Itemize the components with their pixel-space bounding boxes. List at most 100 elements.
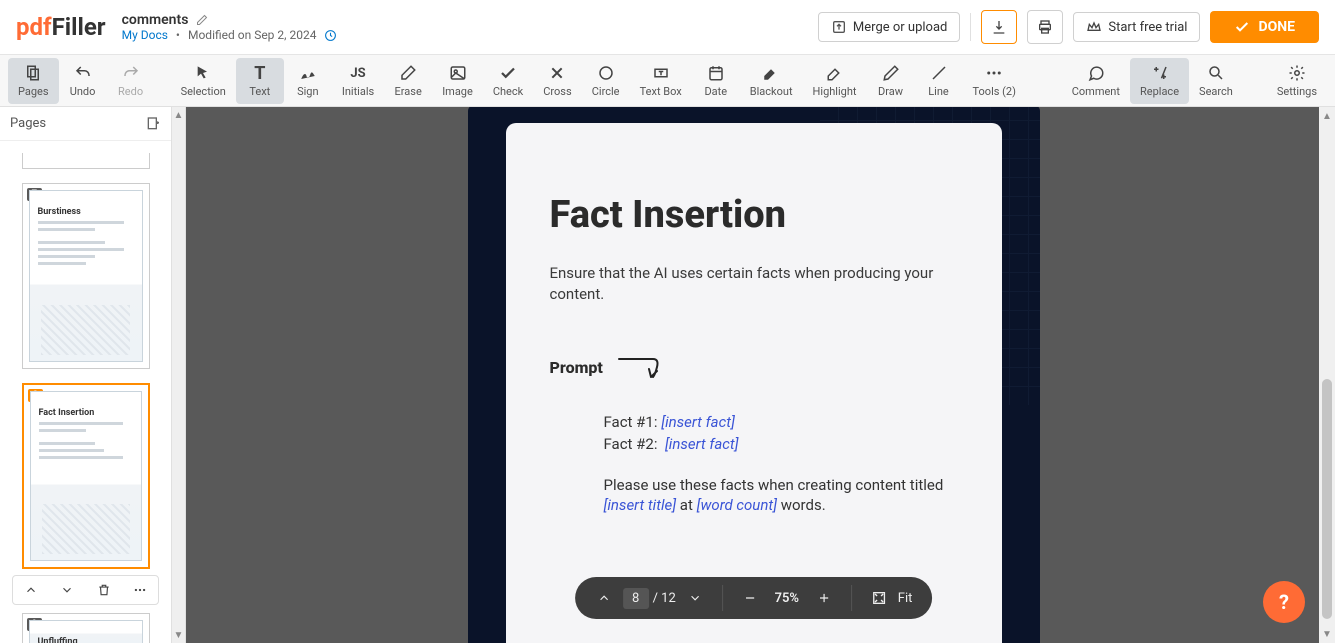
pages-icon <box>24 63 42 83</box>
zoom-percent: 75% <box>769 591 805 606</box>
tool-comment[interactable]: Comment <box>1062 58 1130 104</box>
page-total: / 12 <box>653 591 676 606</box>
tool-textbox-label: Text Box <box>640 85 682 98</box>
tool-circle[interactable]: Circle <box>582 58 630 104</box>
edit-title-icon[interactable] <box>196 14 208 26</box>
tool-initials-label: Initials <box>342 85 374 98</box>
page-content[interactable]: Fact Insertion Ensure that the AI uses c… <box>506 123 1002 643</box>
add-page-icon[interactable] <box>145 116 161 132</box>
tool-replace[interactable]: Replace <box>1130 58 1189 104</box>
fact1-placeholder: [insert fact] <box>661 413 735 431</box>
done-button[interactable]: DONE <box>1210 11 1319 43</box>
tool-text-label: Text <box>249 85 270 98</box>
tool-blackout[interactable]: Blackout <box>740 58 803 104</box>
tool-line-label: Line <box>928 85 949 98</box>
tool-comment-label: Comment <box>1072 85 1120 98</box>
delete-page-button[interactable] <box>93 579 115 601</box>
tool-search[interactable]: Search <box>1189 58 1243 104</box>
fit-button[interactable]: Fit <box>898 591 919 606</box>
app-header: pdfFiller comments My Docs • Modified on… <box>0 0 1335 55</box>
scroll-up-icon[interactable]: ▲ <box>172 107 185 123</box>
prompt-label-row: Prompt <box>550 355 958 379</box>
doc-title: comments <box>122 12 189 28</box>
initials-icon: JS <box>350 63 365 83</box>
tool-initials[interactable]: JS Initials <box>332 58 384 104</box>
erase-icon <box>399 63 417 83</box>
zoom-in-button[interactable] <box>809 583 839 613</box>
brand-pdf: pdf <box>16 13 52 41</box>
page-more-button[interactable] <box>129 579 151 601</box>
tool-more-label: Tools (2) <box>973 85 1016 98</box>
facts-paragraph: Please use these facts when creating con… <box>604 475 958 516</box>
image-icon <box>449 63 467 83</box>
draw-icon <box>882 63 900 83</box>
move-up-button[interactable] <box>20 579 42 601</box>
history-icon[interactable] <box>324 29 337 42</box>
facts-block: Fact #1: [insert fact] Fact #2: [insert … <box>604 413 958 516</box>
tool-image[interactable]: Image <box>432 58 483 104</box>
tool-selection[interactable]: Selection <box>171 58 236 104</box>
zoom-out-button[interactable] <box>735 583 765 613</box>
scroll-up-icon[interactable]: ▲ <box>1319 107 1335 125</box>
tool-sign[interactable]: Sign <box>284 58 332 104</box>
print-button[interactable] <box>1027 10 1063 44</box>
tool-text[interactable]: TText <box>236 58 284 104</box>
fact2-label: Fact #2: <box>604 435 658 453</box>
sidebar-scrollbar[interactable]: ▲ ▼ <box>172 107 186 643</box>
help-button[interactable]: ? <box>1263 581 1305 623</box>
move-down-button[interactable] <box>56 579 78 601</box>
tool-undo[interactable]: Undo <box>59 58 107 104</box>
search-icon <box>1207 63 1225 83</box>
doc-info: comments My Docs • Modified on Sep 2, 20… <box>122 12 338 42</box>
download-button[interactable] <box>981 10 1017 44</box>
next-page-button[interactable] <box>680 583 710 613</box>
zoombar-divider <box>722 585 723 611</box>
page-title: Fact Insertion <box>550 193 958 237</box>
tool-date[interactable]: Date <box>692 58 740 104</box>
tool-settings[interactable]: Settings <box>1267 58 1327 104</box>
scroll-down-icon[interactable]: ▼ <box>1319 625 1335 643</box>
thumbnails-list[interactable]: 7 Burstiness 8 Fact Insertion <box>0 141 171 643</box>
page-thumb-7[interactable]: 7 Burstiness <box>22 183 150 369</box>
done-label: DONE <box>1258 19 1295 35</box>
tool-draw[interactable]: Draw <box>867 58 915 104</box>
page-thumb-8[interactable]: 8 Fact Insertion <box>22 383 150 569</box>
circle-icon <box>597 63 615 83</box>
scrollbar-thumb[interactable] <box>1322 379 1332 619</box>
thumb-title-8: Fact Insertion <box>39 408 133 418</box>
mydocs-link[interactable]: My Docs <box>122 28 168 42</box>
tool-selection-label: Selection <box>181 85 226 98</box>
main-area: Pages 7 Burstiness 8 Fact Insertion <box>0 107 1335 643</box>
prev-page-button[interactable] <box>589 583 619 613</box>
page-thumb-6-partial[interactable] <box>22 153 150 169</box>
fit-icon <box>864 583 894 613</box>
redo-icon <box>122 63 140 83</box>
highlight-icon <box>826 63 844 83</box>
tool-erase[interactable]: Erase <box>384 58 432 104</box>
tool-redo[interactable]: Redo <box>107 58 155 104</box>
tool-undo-label: Undo <box>70 85 96 98</box>
thumb-title-7: Burstiness <box>38 207 134 217</box>
tool-pages[interactable]: Pages <box>8 58 59 104</box>
page-thumb-9[interactable]: 9 Unfluffing <box>22 613 150 643</box>
hand-arrow-icon <box>617 355 671 379</box>
merge-label: Merge or upload <box>853 20 947 35</box>
undo-icon <box>74 63 92 83</box>
tool-check[interactable]: Check <box>483 58 533 104</box>
trial-label: Start free trial <box>1108 20 1187 35</box>
scroll-down-icon[interactable]: ▼ <box>172 627 185 643</box>
tool-line[interactable]: Line <box>915 58 963 104</box>
tool-cross[interactable]: Cross <box>533 58 581 104</box>
page-number-input[interactable]: 8 <box>623 588 649 609</box>
crown-icon <box>1086 19 1102 35</box>
start-trial-button[interactable]: Start free trial <box>1073 12 1200 42</box>
textbox-icon <box>652 63 670 83</box>
tool-settings-label: Settings <box>1277 85 1317 98</box>
tool-highlight[interactable]: Highlight <box>803 58 867 104</box>
tool-more[interactable]: Tools (2) <box>963 58 1026 104</box>
date-icon <box>707 63 725 83</box>
editor-canvas[interactable]: Fact Insertion Ensure that the AI uses c… <box>172 107 1335 643</box>
merge-upload-button[interactable]: Merge or upload <box>818 12 960 42</box>
canvas-scrollbar[interactable]: ▲ ▼ <box>1319 107 1335 643</box>
tool-textbox[interactable]: Text Box <box>630 58 692 104</box>
